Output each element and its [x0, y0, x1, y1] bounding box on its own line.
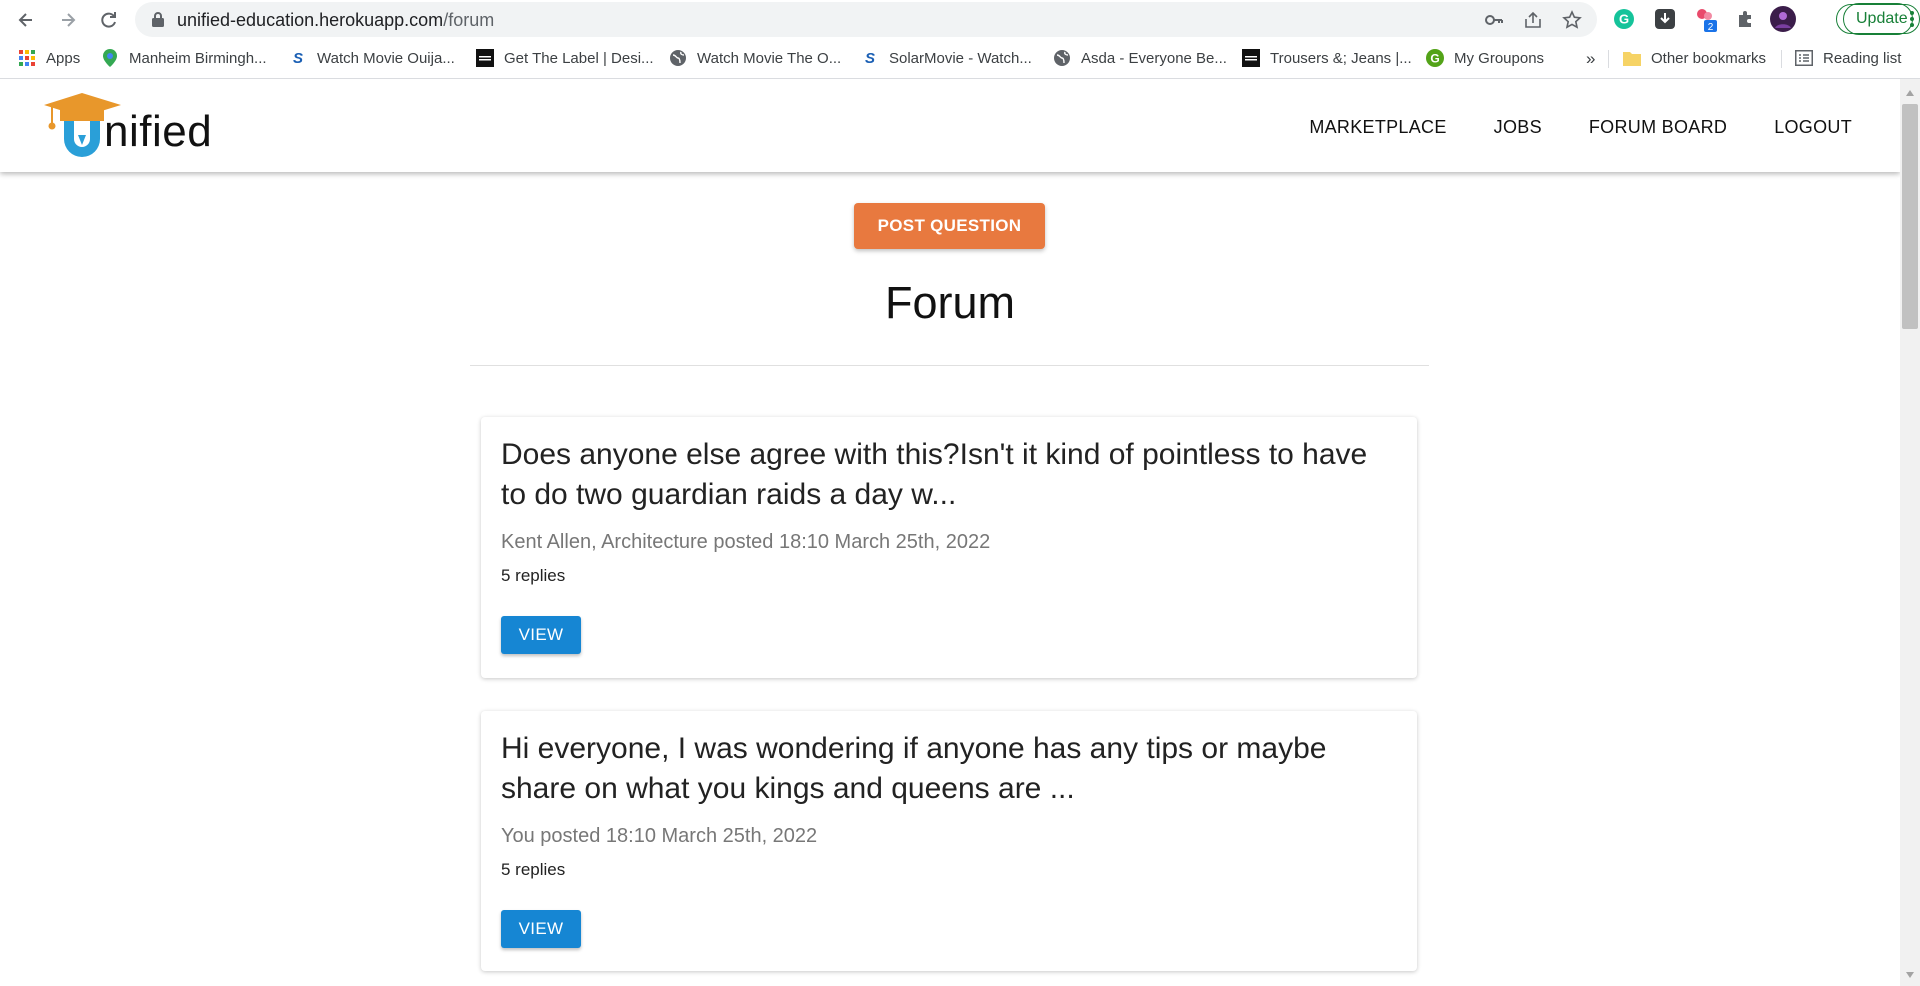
- nav-logout[interactable]: LOGOUT: [1774, 117, 1852, 138]
- bookmarks-bar: Apps Manheim Birmingh... S Watch Movie O…: [0, 40, 1920, 79]
- svg-text:2: 2: [1708, 22, 1714, 32]
- share-icon[interactable]: [1522, 9, 1544, 31]
- post-title: Does anyone else agree with this?Isn't i…: [501, 438, 1368, 511]
- bookmark-watch-ouija[interactable]: S Watch Movie Ouija...: [289, 49, 455, 68]
- reading-list-icon: [1795, 49, 1813, 67]
- bookmark-my-groupons[interactable]: G My Groupons: [1426, 49, 1544, 67]
- star-icon[interactable]: [1561, 9, 1583, 31]
- bookmark-get-the-label[interactable]: Get The Label | Desi...: [476, 49, 654, 67]
- gtl-icon: [476, 49, 494, 67]
- nav-forum-board[interactable]: FORUM BOARD: [1589, 117, 1727, 138]
- bookmark-asda[interactable]: Asda - Everyone Be...: [1053, 49, 1227, 67]
- browser-toolbar: unified-education.herokuapp.com/forum G …: [0, 0, 1920, 40]
- puzzle-extensions-icon[interactable]: [1733, 6, 1759, 32]
- svg-text:S: S: [865, 50, 875, 67]
- post-replies-count: 5 replies: [501, 860, 566, 879]
- title-divider: [470, 365, 1429, 366]
- page-title: Forum: [884, 277, 1015, 328]
- post-title: Hi everyone, I was wondering if anyone h…: [501, 732, 1327, 805]
- folder-icon: [1623, 49, 1641, 67]
- reload-icon[interactable]: [96, 7, 122, 33]
- gtl-icon: [1242, 49, 1260, 67]
- url-text: unified-education.herokuapp.com/forum: [177, 10, 495, 30]
- bookmark-manheim[interactable]: Manheim Birmingh...: [101, 49, 267, 67]
- extension-badge-icon[interactable]: 2: [1693, 6, 1719, 32]
- address-bar[interactable]: unified-education.herokuapp.com/forum: [135, 2, 1597, 37]
- menu-dots-icon[interactable]: [1910, 10, 1914, 33]
- globe-icon: [669, 49, 687, 67]
- logo-wordmark: nified: [104, 107, 213, 156]
- scroll-down-arrow-icon[interactable]: [1905, 966, 1915, 984]
- svg-text:G: G: [1619, 12, 1629, 27]
- solarmovie-icon: S: [289, 49, 307, 67]
- post-meta: Kent Allen, Architecture posted 18:10 Ma…: [501, 531, 991, 553]
- svg-text:S: S: [293, 50, 303, 67]
- groupon-icon: G: [1426, 49, 1444, 67]
- bookmark-watch-the-o[interactable]: Watch Movie The O...: [669, 49, 841, 67]
- main-navigation: MARKETPLACE JOBS FORUM BOARD LOGOUT: [1262, 117, 1852, 138]
- forum-post-card: Hi everyone, I was wondering if anyone h…: [481, 711, 1417, 971]
- svg-text:G: G: [1430, 52, 1439, 66]
- bookmark-solarmovie[interactable]: S SolarMovie - Watch...: [861, 49, 1032, 68]
- bookmarks-separator: [1608, 50, 1609, 68]
- post-question-button[interactable]: POST QUESTION: [854, 203, 1045, 249]
- unified-logo[interactable]: nified: [42, 91, 222, 161]
- view-post-button[interactable]: VIEW: [501, 616, 581, 654]
- view-post-button[interactable]: VIEW: [501, 910, 581, 948]
- site-header: nified MARKETPLACE JOBS FORUM BOARD LOGO…: [0, 79, 1900, 172]
- forward-arrow-icon[interactable]: [55, 7, 81, 33]
- bookmark-apps[interactable]: Apps: [18, 49, 80, 67]
- nav-jobs[interactable]: JOBS: [1494, 117, 1542, 138]
- globe-icon: [1053, 49, 1071, 67]
- apps-grid-icon: [18, 49, 36, 67]
- reading-list[interactable]: Reading list: [1795, 49, 1901, 67]
- bookmarks-separator: [1781, 50, 1782, 68]
- bookmarks-overflow-chevron[interactable]: »: [1586, 49, 1595, 69]
- post-replies-count: 5 replies: [501, 566, 566, 585]
- other-bookmarks[interactable]: Other bookmarks: [1623, 49, 1766, 67]
- scrollbar-thumb[interactable]: [1902, 104, 1918, 329]
- maps-pin-icon: [101, 49, 119, 67]
- back-arrow-icon[interactable]: [13, 7, 39, 33]
- bookmark-trousers[interactable]: Trousers &; Jeans |...: [1242, 49, 1412, 67]
- solarmovie-icon: S: [861, 49, 879, 67]
- download-extension-icon[interactable]: [1652, 6, 1678, 32]
- forum-post-card: Does anyone else agree with this?Isn't i…: [481, 417, 1417, 678]
- profile-avatar-icon[interactable]: [1770, 6, 1796, 32]
- update-button[interactable]: Update: [1836, 3, 1920, 35]
- page-viewport: nified MARKETPLACE JOBS FORUM BOARD LOGO…: [0, 79, 1920, 986]
- post-meta: You posted 18:10 March 25th, 2022: [501, 825, 818, 847]
- grammarly-icon[interactable]: G: [1611, 6, 1637, 32]
- key-icon[interactable]: [1483, 9, 1505, 31]
- nav-marketplace[interactable]: MARKETPLACE: [1309, 117, 1446, 138]
- scroll-up-arrow-icon[interactable]: [1905, 84, 1915, 102]
- lock-icon[interactable]: [151, 11, 165, 32]
